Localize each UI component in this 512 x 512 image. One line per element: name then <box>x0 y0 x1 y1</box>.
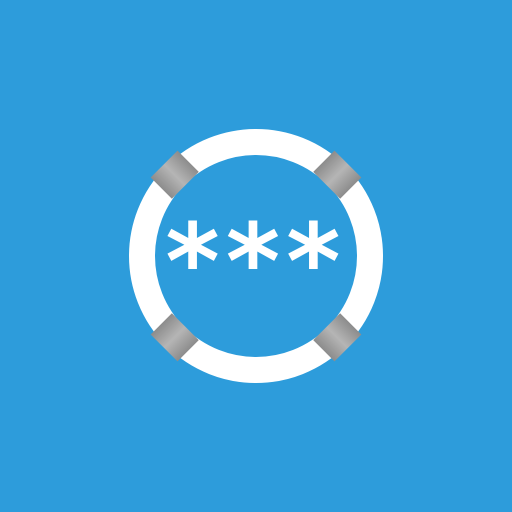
lifebuoy-password-icon: *** <box>129 129 383 383</box>
app-icon-tile: *** <box>0 0 512 512</box>
password-mask-text: *** <box>165 201 346 323</box>
